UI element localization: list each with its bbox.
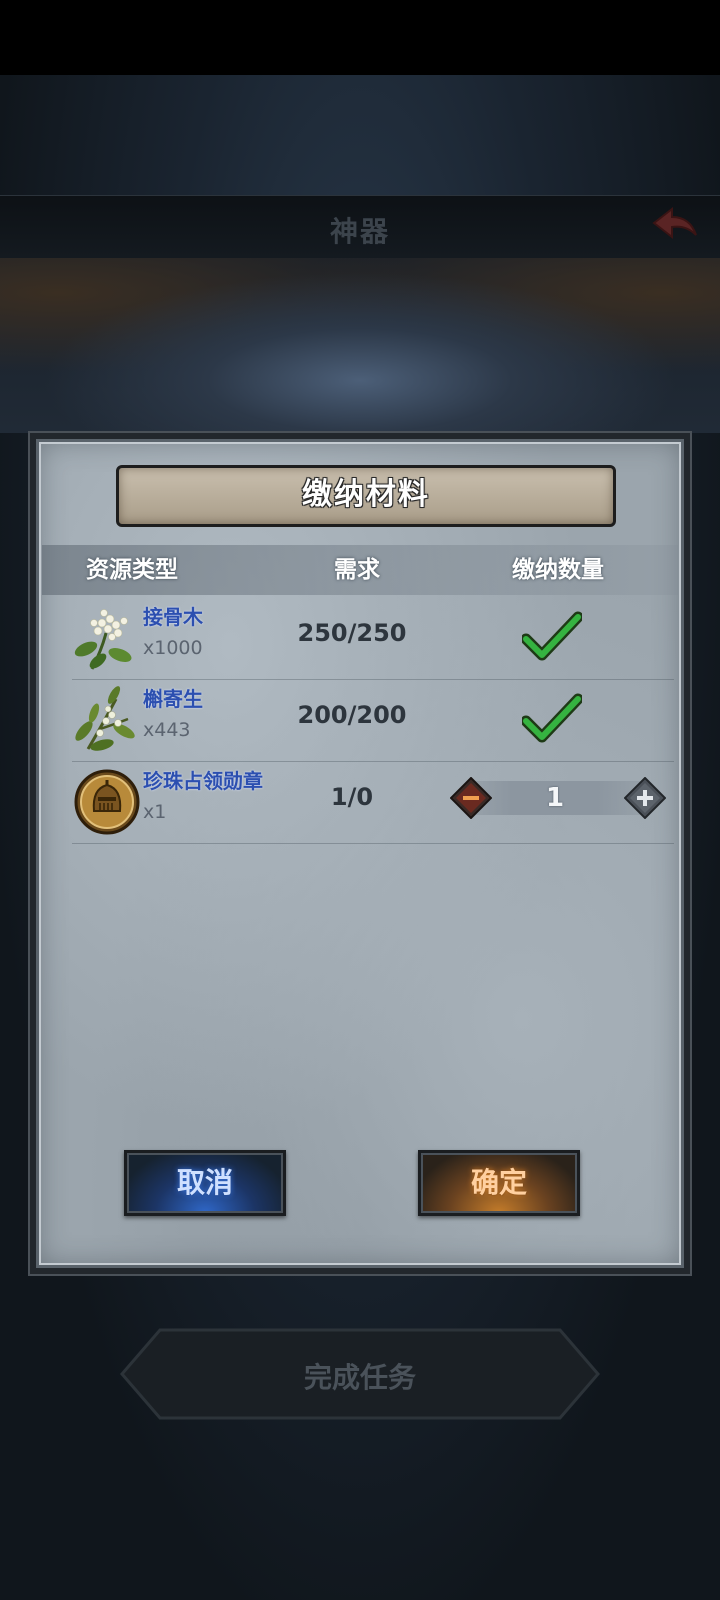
material-owned-count: x1 [143,801,167,823]
medal-icon [74,769,140,835]
dialog-title-banner: 缴纳材料 [116,465,616,527]
checkmark-icon [522,611,582,661]
material-row: 槲寄生 x443 200/200 [72,679,674,762]
material-requirement: 250/250 [297,619,407,647]
elder-flower-icon [74,609,132,670]
material-name: 珍珠占领勋章 [143,769,263,793]
column-resource-type: 资源类型 [86,557,178,583]
quantity-stepper: 1 [450,771,666,827]
increment-button[interactable] [624,777,666,819]
background-title: 神器 [329,215,390,248]
submit-materials-dialog: 缴纳材料 资源类型 需求 缴纳数量 接骨木 x1000 250/250 槲寄生 … [30,433,690,1274]
column-header: 资源类型 需求 缴纳数量 [42,545,678,595]
checkmark-icon [522,693,582,743]
quantity-value: 1 [545,783,565,813]
decrement-button[interactable] [450,777,492,819]
dialog-title: 缴纳材料 [302,477,430,512]
material-requirement: 200/200 [297,701,407,729]
cancel-button-label: 取消 [176,1166,233,1199]
back-arrow-icon [652,206,697,240]
material-owned-count: x443 [143,719,191,741]
confirm-button-label: 确定 [470,1166,527,1199]
column-requirement: 需求 [334,557,380,583]
material-name: 接骨木 [143,605,203,629]
complete-task-label: 完成任务 [303,1361,416,1394]
material-owned-count: x1000 [143,637,203,659]
status-bar [0,0,720,75]
background-artwork [0,258,720,433]
material-row: 珍珠占领勋章 x1 1/0 1 [72,761,674,844]
cancel-button[interactable]: 取消 [124,1150,286,1216]
column-submit-quantity: 缴纳数量 [512,557,604,583]
material-name: 槲寄生 [143,687,203,711]
material-row: 接骨木 x1000 250/250 [72,597,674,680]
material-requirement: 1/0 [330,783,374,811]
confirm-button[interactable]: 确定 [418,1150,580,1216]
mistletoe-icon [75,686,135,751]
